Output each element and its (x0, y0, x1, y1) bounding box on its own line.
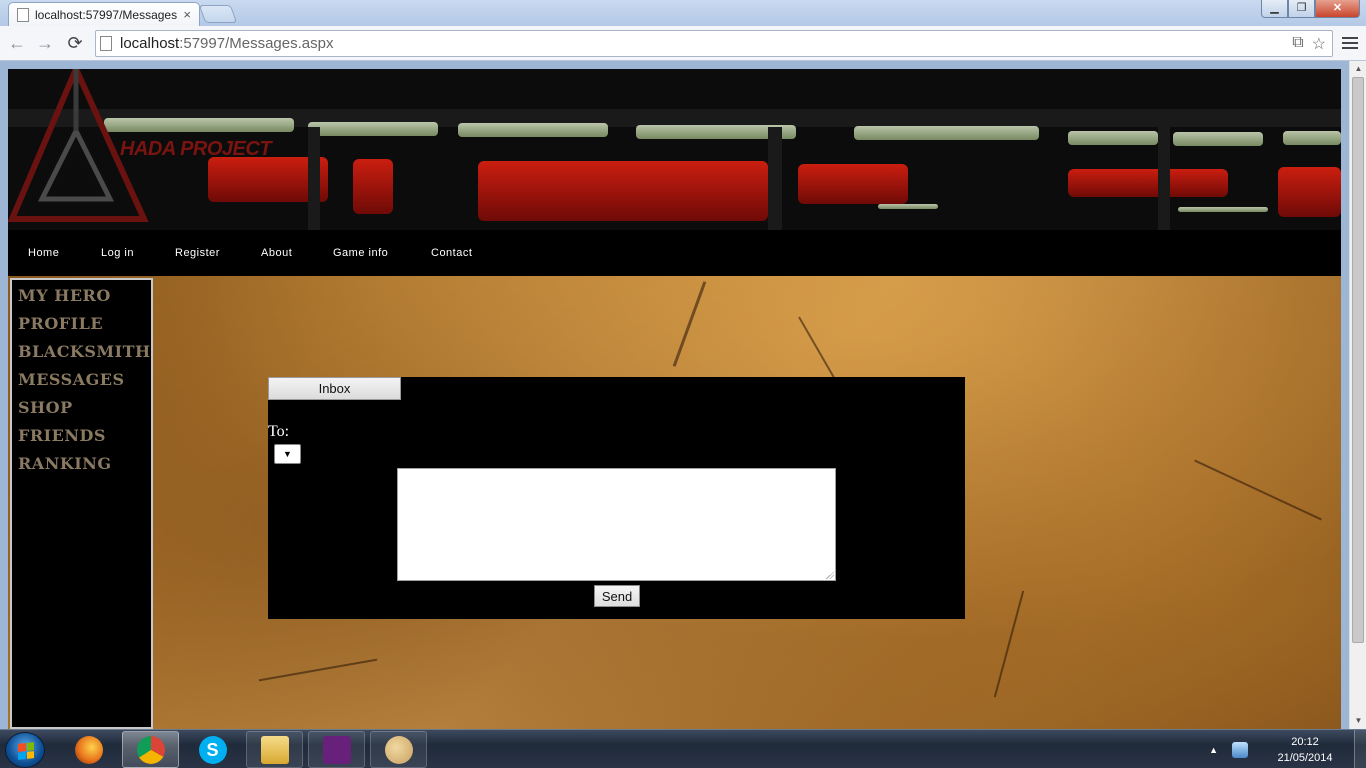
explorer-taskbar-button[interactable] (246, 731, 303, 768)
reload-icon[interactable]: ⟳ (63, 31, 87, 55)
browser-tab[interactable]: localhost:57997/Messages × (8, 2, 200, 26)
show-hidden-icons-icon[interactable]: ▲ (1209, 745, 1218, 755)
back-icon[interactable]: ← (5, 31, 29, 55)
start-button[interactable] (5, 732, 45, 768)
site-banner: HADA PROJECT (8, 69, 1341, 230)
resize-handle-icon[interactable] (826, 571, 834, 579)
nav-game-info[interactable]: Game info (333, 247, 388, 259)
message-textarea[interactable] (397, 468, 836, 581)
translate-icon[interactable]: ⧉ (1292, 34, 1303, 54)
show-desktop-button[interactable] (1354, 730, 1366, 768)
page-icon (100, 36, 112, 51)
url-path: :57997/Messages.aspx (179, 35, 334, 52)
minimize-button[interactable]: ▁ (1261, 0, 1288, 18)
sidebar-item-blacksmith[interactable]: BLACKSMITH (18, 340, 150, 368)
nav-log-in[interactable]: Log in (101, 247, 134, 259)
sidebar-item-ranking[interactable]: RANKING (18, 452, 145, 480)
window-controls: ▁ ❐ ✕ (1261, 0, 1360, 18)
windows-taskbar: S ▲ 20:12 21/05/2014 (0, 729, 1366, 768)
tab-title: localhost:57997/Messages (35, 7, 178, 22)
clock-date: 21/05/2014 (1277, 751, 1333, 764)
close-tab-icon[interactable]: × (183, 7, 191, 22)
address-bar[interactable]: localhost:57997/Messages.aspx ⧉ ☆ (95, 30, 1333, 57)
paint-icon (384, 735, 413, 764)
new-tab-button[interactable] (198, 5, 238, 23)
recipient-select[interactable]: ▼ (274, 444, 301, 464)
top-navigation: Home Log in Register About Game info Con… (8, 230, 1341, 276)
sidebar-item-my-hero[interactable]: MY HERO (18, 284, 145, 312)
logo-text: HADA PROJECT (120, 138, 272, 160)
forward-icon[interactable]: → (33, 31, 57, 55)
sidebar-menu: MY HERO PROFILE BLACKSMITH MESSAGES SHOP… (10, 278, 153, 729)
system-tray: ▲ 20:12 21/05/2014 (1209, 730, 1366, 768)
sidebar-item-shop[interactable]: SHOP (18, 396, 145, 424)
skype-taskbar-button[interactable]: S (184, 731, 241, 768)
scroll-down-icon[interactable]: ▼ (1350, 714, 1366, 728)
scroll-up-icon[interactable]: ▲ (1350, 62, 1366, 76)
firefox-icon (74, 735, 103, 764)
visual-studio-icon (322, 735, 351, 764)
skype-icon: S (198, 735, 227, 764)
page-icon (17, 7, 29, 22)
inbox-button[interactable]: Inbox (268, 377, 401, 400)
maximize-button[interactable]: ❐ (1288, 0, 1315, 18)
sidebar-item-messages[interactable]: MESSAGES (18, 368, 145, 396)
firefox-taskbar-button[interactable] (60, 731, 117, 768)
page-scrollbar[interactable]: ▲ ▼ (1349, 61, 1366, 729)
browser-tab-strip: localhost:57997/Messages × ▁ ❐ ✕ (0, 0, 1366, 26)
clock-time: 20:12 (1291, 735, 1319, 748)
message-panel: Inbox To: ▼ Send (268, 377, 965, 619)
windows-logo-icon (18, 742, 34, 760)
nav-home[interactable]: Home (28, 247, 59, 259)
nav-contact[interactable]: Contact (431, 247, 472, 259)
sidebar-item-friends[interactable]: FRIENDS (18, 424, 145, 452)
browser-menu-icon[interactable] (1342, 32, 1358, 54)
address-bar-actions: ⧉ ☆ (1292, 34, 1326, 54)
browser-toolbar: ← → ⟳ localhost:57997/Messages.aspx ⧉ ☆ (0, 26, 1366, 61)
chrome-taskbar-button[interactable] (122, 731, 179, 768)
visual-studio-taskbar-button[interactable] (308, 731, 365, 768)
nav-about[interactable]: About (261, 247, 292, 259)
scroll-thumb[interactable] (1352, 77, 1364, 643)
page-viewport: HADA PROJECT Home Log in Register About … (8, 69, 1341, 729)
nav-register[interactable]: Register (175, 247, 220, 259)
chrome-icon (136, 735, 165, 764)
to-label: To: (268, 423, 290, 440)
paint-taskbar-button[interactable] (370, 731, 427, 768)
url-host: localhost (120, 35, 180, 52)
url-text: localhost:57997/Messages.aspx (120, 35, 333, 52)
clock[interactable]: 20:12 21/05/2014 (1270, 734, 1340, 766)
bookmark-star-icon[interactable]: ☆ (1312, 34, 1326, 54)
network-icon[interactable] (1232, 741, 1248, 758)
close-window-button[interactable]: ✕ (1315, 0, 1360, 18)
send-button[interactable]: Send (594, 585, 640, 607)
folder-icon (260, 735, 289, 764)
chevron-down-icon: ▼ (283, 449, 292, 459)
sidebar-item-profile[interactable]: PROFILE (18, 312, 145, 340)
